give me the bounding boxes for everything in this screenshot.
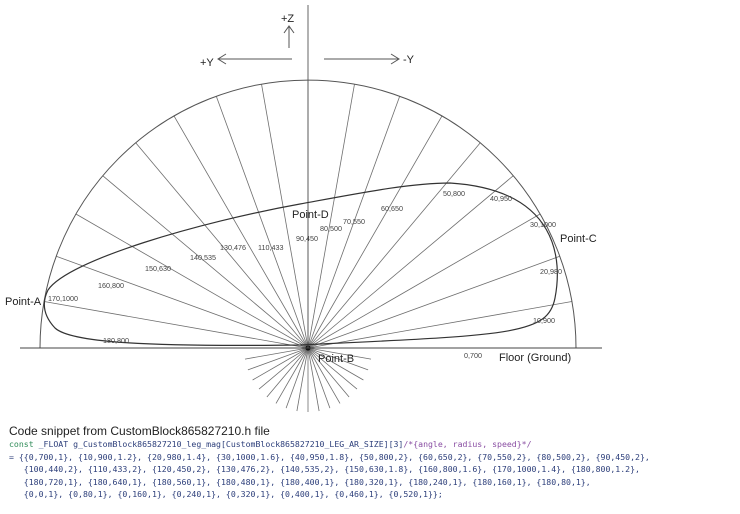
ray-value-label: 30,1000 xyxy=(530,220,556,229)
code-keyword: const xyxy=(9,439,34,449)
y-minus-arrow-icon xyxy=(324,53,400,65)
point-d-label: Point-D xyxy=(292,209,329,221)
ray-value-label: 80,500 xyxy=(320,224,342,233)
y-plus-arrow-icon xyxy=(217,53,292,65)
code-line: = {{0,700,1}, {10,900,1.2}, {20,980,1.4}… xyxy=(9,451,650,462)
ray-value-label: 40,950 xyxy=(490,194,512,203)
point-b-label: Point-B xyxy=(318,353,354,365)
y-plus-label: +Y xyxy=(200,57,214,69)
code-comment: /*{angle, radius, speed}*/ xyxy=(403,439,532,449)
ray-value-label: 10,900 xyxy=(533,316,555,325)
angle-ray xyxy=(215,96,309,349)
ray-value-label: 170,1000 xyxy=(48,294,78,303)
ray-value-label: 150,630 xyxy=(145,264,171,273)
leg-trajectory-diagram: 0,700 10,900 20,980 30,1000 40,950 50,800 60,6… xyxy=(5,5,602,412)
code-snippet-title: Code snippet from CustomBlock865827210.h… xyxy=(9,424,270,438)
ray-value-label: 0,700 xyxy=(464,351,482,360)
leg-trajectory-curve xyxy=(43,182,558,347)
angle-ray xyxy=(307,175,514,349)
ray-value-label: 140,535 xyxy=(190,253,216,262)
ray-value-label: 20,980 xyxy=(540,267,562,276)
z-arrow-icon xyxy=(283,25,295,48)
point-c-label: Point-C xyxy=(560,233,597,245)
ray-value-label: 110,433 xyxy=(258,243,283,252)
angle-ray xyxy=(56,255,309,349)
floor-label: Floor (Ground) xyxy=(499,352,571,364)
z-axis-label: +Z xyxy=(281,13,294,25)
ray-value-label: 50,800 xyxy=(443,189,465,198)
ray-value-label: 60,650 xyxy=(381,204,403,213)
y-minus-label: -Y xyxy=(403,54,415,66)
code-declaration: _FLOAT g_CustomBlock865827210_leg_mag[Cu… xyxy=(33,439,404,449)
code-line: {100,440,2}, {110,433,2}, {120,450,2}, {… xyxy=(9,464,640,474)
code-line: {0,0,1}, {0,80,1}, {0,160,1}, {0,240,1},… xyxy=(9,489,443,499)
ray-value-label: 70,550 xyxy=(343,217,365,226)
ray-value-label: 160,800 xyxy=(98,281,124,290)
angle-ray xyxy=(307,142,481,349)
ray-value-label: 90,450 xyxy=(296,234,318,243)
code-line: {180,720,1}, {180,640,1}, {180,560,1}, {… xyxy=(9,476,591,487)
point-a-label: Point-A xyxy=(5,296,42,308)
ray-value-label: 180,800 xyxy=(103,336,129,345)
ray-value-label: 130,476 xyxy=(220,243,246,252)
code-line: const _FLOAT g_CustomBlock865827210_leg_… xyxy=(9,438,737,451)
code-snippet: const _FLOAT g_CustomBlock865827210_leg_… xyxy=(9,438,737,501)
angle-ray xyxy=(307,255,560,349)
